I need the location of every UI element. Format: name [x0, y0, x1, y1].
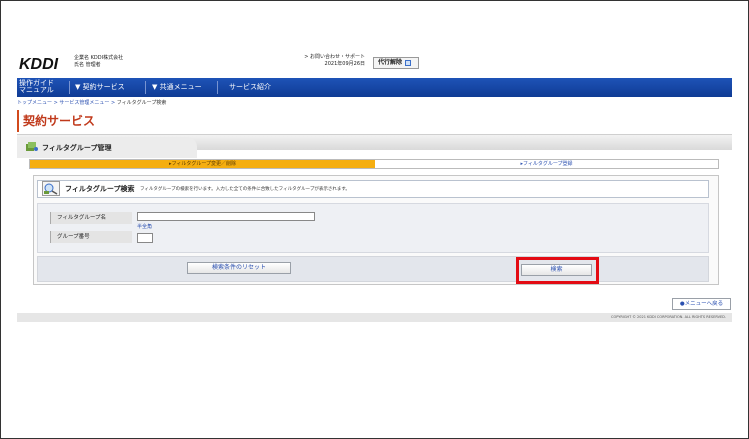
breadcrumb-current: フィルタグループ検索: [116, 100, 167, 106]
tab-change-delete[interactable]: ▸フィルタグループ変更／削除: [30, 160, 375, 168]
nav-service-intro[interactable]: サービス紹介: [229, 78, 271, 97]
current-date: 2021年09月26日: [324, 61, 365, 67]
breadcrumb: トップメニュー > サービス管理メニュー > フィルタグループ検索: [17, 99, 166, 106]
function-tabs: ▸フィルタグループ変更／削除 ▸フィルタグループ登録: [29, 159, 719, 169]
section-title: フィルタグループ管理: [42, 144, 112, 152]
nav-guide-line2: マニュアル: [19, 86, 54, 94]
search-panel-description: フィルタグループの検索を行います。入力した全ての条件に合致したフィルタグループが…: [140, 187, 350, 192]
button-row: [37, 256, 709, 282]
user-name: 管理者: [85, 62, 101, 68]
filter-group-name-label: フィルタグループ名: [50, 212, 132, 224]
nav-contract-services[interactable]: ▼ 契約サービス: [75, 78, 125, 97]
search-panel-title: フィルタグループ検索: [65, 185, 135, 193]
nav-divider: [145, 81, 146, 94]
user-label: 氏名: [74, 62, 85, 68]
contact-link[interactable]: > お問い合わせ・サポート: [285, 54, 365, 61]
reset-conditions-button[interactable]: 検索条件のリセット: [187, 262, 291, 274]
group-management-icon: [26, 142, 38, 151]
back-to-menu-button[interactable]: ●メニューへ戻る: [672, 298, 731, 310]
window-icon: [405, 59, 412, 66]
search-panel-header: [37, 180, 709, 198]
highlight-box: [516, 257, 599, 284]
tab-register[interactable]: ▸フィルタグループ登録: [375, 160, 718, 168]
breadcrumb-top-menu[interactable]: トップメニュー: [17, 100, 52, 106]
nav-divider: [69, 81, 70, 94]
contact-block: > お問い合わせ・サポート 2021年09月26日: [285, 54, 365, 68]
company-label: 企業名: [74, 55, 90, 61]
filter-group-name-input[interactable]: [137, 212, 315, 221]
user-info: 企業名 KDDI株式会社 氏名 管理者: [74, 55, 123, 69]
global-nav: 操作ガイド マニュアル ▼ 契約サービス ▼ 共通メニュー サービス紹介: [17, 78, 732, 97]
nav-common-menu[interactable]: ▼ 共通メニュー: [152, 78, 202, 97]
nav-divider: [217, 81, 218, 94]
search-icon: [42, 181, 60, 196]
breadcrumb-sep: >: [109, 100, 117, 106]
group-number-input[interactable]: [137, 233, 153, 243]
agent-release-button[interactable]: 代行解除: [373, 57, 419, 69]
breadcrumb-service-menu[interactable]: サービス管理メニュー: [59, 100, 109, 106]
footer-copyright: COPYRIGHT © 2021 KDDI CORPORATION. ALL R…: [17, 313, 732, 322]
header: KDDI 企業名 KDDI株式会社 氏名 管理者 > お問い合わせ・サポート 2…: [17, 50, 732, 76]
company-name: KDDI株式会社: [90, 55, 124, 61]
nav-guide-manual[interactable]: 操作ガイド マニュアル: [19, 80, 54, 99]
kddi-logo: KDDI: [19, 56, 59, 73]
agent-release-label: 代行解除: [378, 59, 403, 66]
input-hint: 半全角: [137, 224, 153, 230]
group-number-label: グループ番号: [50, 231, 132, 243]
page-title: 契約サービス: [17, 110, 95, 132]
